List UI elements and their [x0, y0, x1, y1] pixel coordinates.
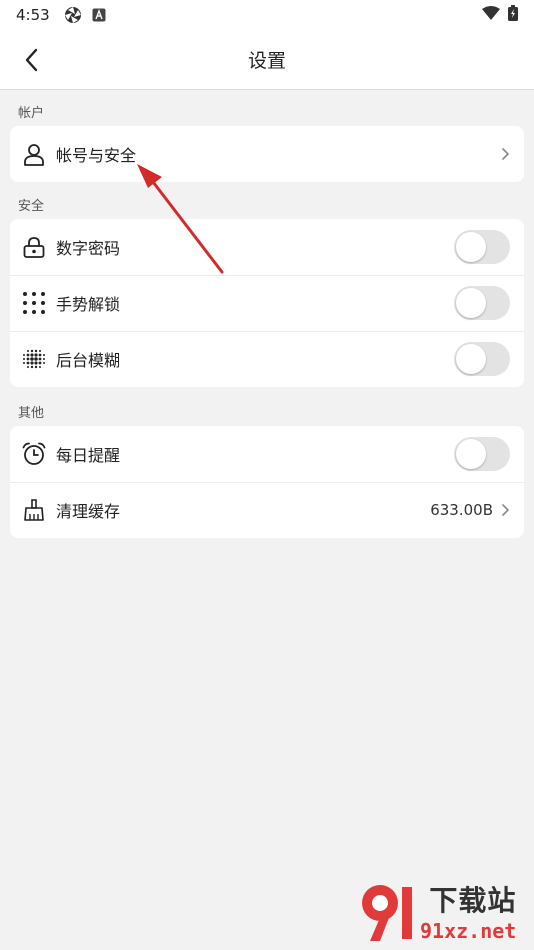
status-bar: 4:53 [0, 0, 534, 30]
app-bar: 设置 [0, 30, 534, 90]
gesture-unlock-toggle[interactable] [454, 286, 510, 320]
chevron-right-icon [502, 504, 510, 516]
account-card: 帐号与安全 [10, 126, 524, 182]
user-icon [22, 142, 46, 166]
watermark-cn: 下载站 [429, 884, 517, 917]
back-button[interactable] [14, 44, 48, 76]
broom-icon [22, 498, 46, 522]
security-card: 数字密码 手势解锁 后台模糊 [10, 219, 524, 387]
chevron-right-icon [502, 148, 510, 160]
aperture-icon [64, 6, 82, 24]
section-label-security: 安全 [18, 199, 45, 214]
lock-icon [22, 235, 46, 259]
pin-code-label: 数字密码 [56, 239, 121, 258]
alarm-clock-icon [22, 442, 46, 466]
toggle-knob [456, 288, 486, 318]
account-security-item[interactable]: 帐号与安全 [10, 126, 524, 182]
status-time: 4:53 [16, 6, 50, 24]
page-title: 设置 [247, 50, 286, 72]
notification-a-icon [92, 8, 106, 22]
daily-reminder-item[interactable]: 每日提醒 [10, 426, 524, 482]
status-right [482, 5, 518, 25]
pin-code-toggle[interactable] [454, 230, 510, 264]
toggle-knob [456, 232, 486, 262]
background-blur-toggle[interactable] [454, 342, 510, 376]
watermark-en: 91xz.net [420, 919, 517, 943]
watermark: 下载站 91xz.net [358, 876, 528, 946]
section-label-account: 帐户 [18, 106, 45, 121]
blur-dots-icon [22, 347, 46, 371]
clear-cache-item[interactable]: 清理缓存 633.00B [10, 482, 524, 538]
toggle-knob [456, 439, 486, 469]
watermark-logo-icon [362, 885, 412, 941]
battery-icon [508, 5, 518, 25]
clear-cache-label: 清理缓存 [56, 502, 121, 521]
chevron-left-icon [25, 48, 38, 72]
pin-code-item[interactable]: 数字密码 [10, 219, 524, 275]
gesture-unlock-label: 手势解锁 [56, 295, 121, 314]
dot-grid-icon [22, 291, 46, 315]
section-label-other: 其他 [18, 406, 45, 421]
background-blur-item[interactable]: 后台模糊 [10, 331, 524, 387]
cache-size-value: 633.00B [430, 501, 493, 519]
other-card: 每日提醒 清理缓存 633.00B [10, 426, 524, 538]
wifi-icon [482, 6, 500, 24]
account-security-label: 帐号与安全 [56, 146, 137, 165]
daily-reminder-label: 每日提醒 [56, 446, 121, 465]
gesture-unlock-item[interactable]: 手势解锁 [10, 275, 524, 331]
background-blur-label: 后台模糊 [56, 351, 121, 370]
toggle-knob [456, 344, 486, 374]
daily-reminder-toggle[interactable] [454, 437, 510, 471]
